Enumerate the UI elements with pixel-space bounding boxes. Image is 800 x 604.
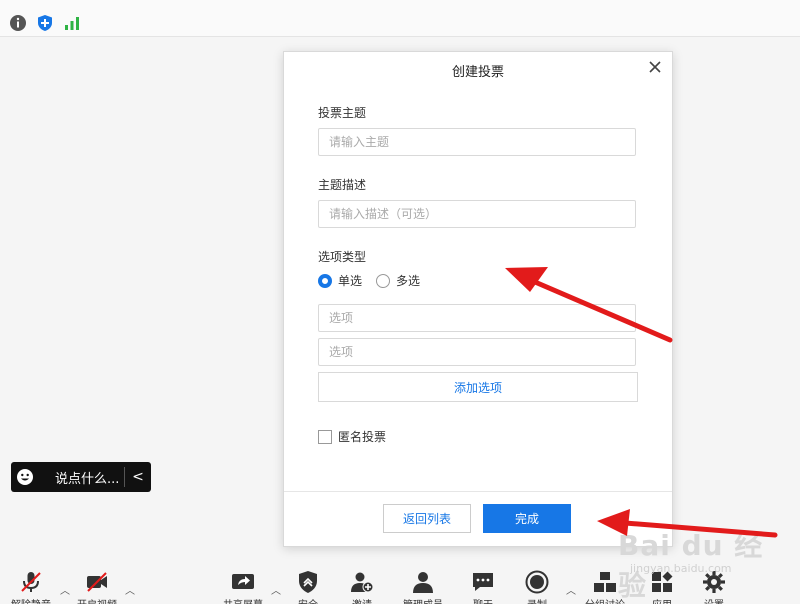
signal-bars-icon[interactable]	[62, 13, 82, 33]
chat-label: 聊天	[473, 596, 493, 604]
record-label: 录制	[527, 596, 547, 604]
invite-user-icon	[351, 572, 374, 593]
mic-button[interactable]: 解除静音	[11, 570, 51, 604]
dialog-title: 创建投票	[451, 65, 504, 80]
security-button[interactable]: 安全	[291, 570, 325, 604]
shield-plus-icon[interactable]	[35, 13, 55, 33]
radio-multiple-choice[interactable]: 多选	[376, 272, 420, 289]
top-status-bar	[0, 0, 800, 37]
create-poll-dialog: 创建投票 投票主题 主题描述 选项类型 单选 多选 添加选项 匿名投票 返回列表…	[283, 51, 673, 547]
video-options-chevron-icon[interactable]: ︿	[125, 582, 135, 597]
watermark-url: jingyan.baidu.com	[630, 562, 732, 575]
option-type-radio-group: 单选 多选	[318, 272, 434, 289]
radio-selected-icon	[318, 273, 332, 288]
topic-label: 投票主题	[318, 106, 367, 120]
record-options-chevron-icon[interactable]: ︿	[566, 582, 576, 597]
members-label: 管理成员	[403, 596, 443, 604]
share-options-chevron-icon[interactable]: ︿	[271, 582, 281, 597]
chat-quick-input[interactable]: 说点什么... <	[11, 462, 151, 492]
radio-single-choice[interactable]: 单选	[318, 272, 362, 289]
security-shield-icon	[299, 571, 317, 593]
share-screen-button[interactable]: 共享屏幕	[223, 570, 263, 604]
video-off-icon	[87, 572, 107, 592]
share-screen-label: 共享屏幕	[223, 596, 263, 604]
mic-options-chevron-icon[interactable]: ︿	[60, 582, 70, 597]
topic-input[interactable]	[318, 128, 636, 156]
description-input[interactable]	[318, 200, 636, 228]
video-label: 开启视频	[77, 596, 117, 604]
watermark: Bai du 经验 jingyan.baidu.com	[612, 520, 782, 602]
security-label: 安全	[298, 596, 318, 604]
mic-label: 解除静音	[11, 596, 51, 604]
done-button[interactable]: 完成	[483, 504, 571, 533]
close-icon[interactable]	[646, 58, 664, 76]
record-icon	[525, 570, 549, 594]
add-option-button[interactable]: 添加选项	[318, 372, 638, 402]
checkbox-icon	[318, 429, 332, 444]
record-button[interactable]: 录制	[520, 570, 554, 604]
mic-muted-icon	[21, 572, 41, 592]
radio-single-label: 单选	[338, 274, 363, 288]
video-button[interactable]: 开启视频	[77, 570, 117, 604]
anonymous-poll-checkbox[interactable]: 匿名投票	[318, 428, 386, 445]
share-screen-icon	[232, 574, 254, 589]
radio-unselected-icon	[376, 273, 391, 288]
chat-placeholder[interactable]: 说点什么...	[39, 468, 124, 487]
back-to-list-button[interactable]: 返回列表	[383, 504, 471, 533]
description-label: 主题描述	[318, 178, 367, 192]
chat-button[interactable]: 聊天	[466, 570, 500, 604]
manage-members-button[interactable]: 管理成员	[403, 570, 443, 604]
option-type-label: 选项类型	[318, 250, 367, 264]
radio-multi-label: 多选	[396, 274, 421, 288]
invite-button[interactable]: 邀请	[345, 570, 379, 604]
chat-bubble-icon	[473, 573, 493, 591]
anonymous-label: 匿名投票	[338, 430, 387, 444]
option-input-1[interactable]	[318, 304, 636, 332]
invite-label: 邀请	[352, 596, 372, 604]
info-icon[interactable]	[8, 13, 28, 33]
members-icon	[413, 572, 433, 593]
option-input-2[interactable]	[318, 338, 636, 366]
collapse-chat-button[interactable]: <	[125, 469, 151, 485]
smile-icon[interactable]	[11, 468, 39, 486]
